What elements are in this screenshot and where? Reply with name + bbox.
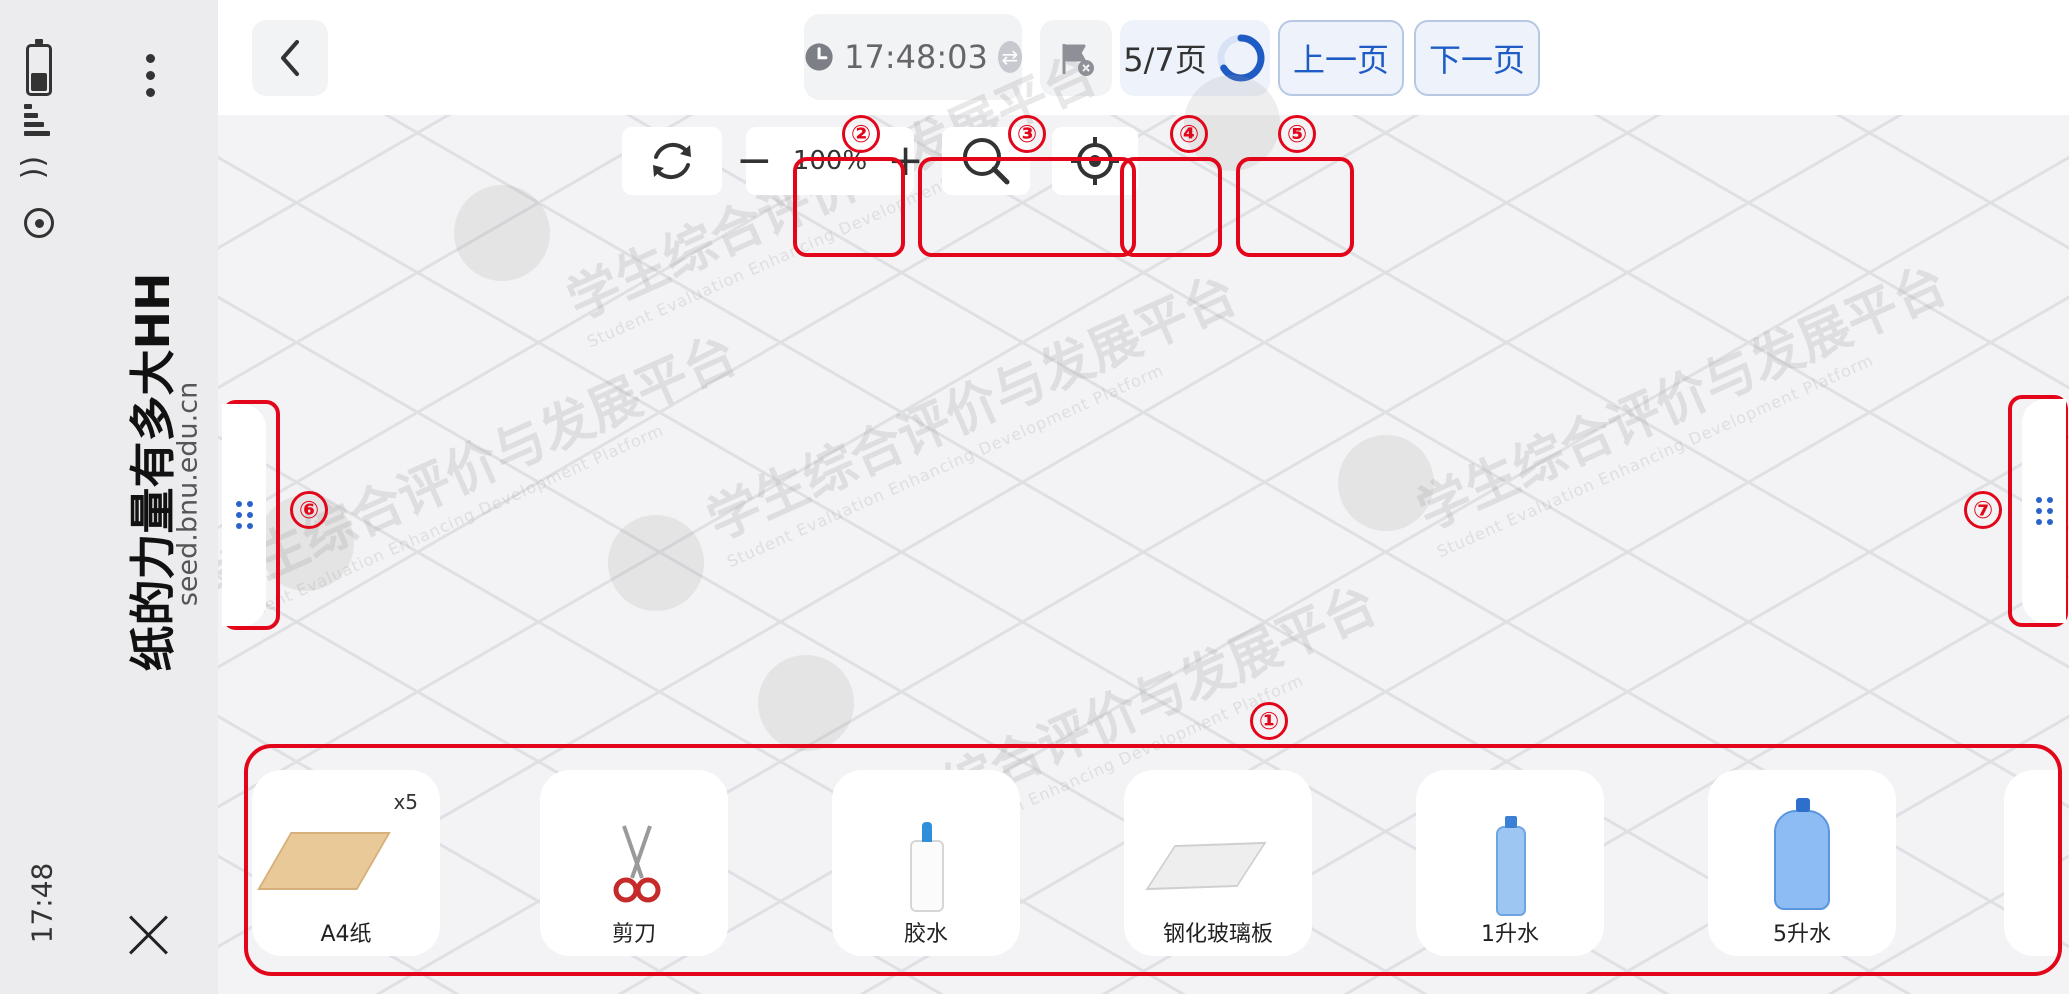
callout-2: ②: [842, 115, 880, 153]
water-jug-icon: [1774, 798, 1830, 910]
close-icon[interactable]: [126, 912, 172, 958]
item-label: 胶水: [903, 922, 948, 947]
tray-item-a4-paper[interactable]: x5 A4纸: [252, 770, 440, 956]
drag-handle-icon: [235, 501, 253, 529]
tray-item-partial[interactable]: [2004, 770, 2058, 956]
annotation-box: [793, 157, 905, 257]
wifi-icon: )): [16, 155, 52, 180]
watermark-logo: [758, 655, 854, 751]
callout-7: ⑦: [1964, 491, 2002, 529]
item-label: 钢化玻璃板: [1162, 922, 1273, 947]
annotation-box: [1236, 157, 1354, 257]
timer: 17:48:03 ⇄: [804, 14, 1022, 100]
top-bar: ? 帮助 17:48:03 ⇄ 5/7页 上一页 下一页: [218, 0, 2069, 115]
item-label: 1升水: [1481, 922, 1539, 947]
callout-5: ⑤: [1278, 115, 1316, 153]
callout-3: ③: [1008, 115, 1046, 153]
drag-handle-icon: [2035, 497, 2053, 525]
glue-bottle-icon: [910, 822, 944, 912]
eye-comfort-icon: [24, 208, 54, 238]
page-indicator-label: 5/7页: [1123, 41, 1207, 79]
equipment-tray: x5 A4纸 剪刀 胶水 钢化玻璃板 1升水 5升水: [244, 744, 2062, 976]
callout-4: ④: [1170, 115, 1208, 153]
left-drawer-handle[interactable]: [222, 404, 266, 626]
glass-plate-icon: [1145, 841, 1267, 891]
chevron-left-icon: [281, 40, 299, 76]
app-area: ? 帮助 17:48:03 ⇄ 5/7页 上一页 下一页 学生综合评价与发展平台…: [218, 0, 2069, 994]
tray-item-1l-water[interactable]: 1升水: [1416, 770, 1604, 956]
scissors-icon: [613, 825, 661, 903]
item-label: 5升水: [1773, 922, 1831, 947]
watermark: 学生综合评价与发展平台Student Evaluation Enhancing …: [218, 324, 746, 632]
watermark: 学生综合评价与发展平台Student Evaluation Enhancing …: [698, 264, 1246, 572]
item-label: A4纸: [320, 922, 372, 947]
tray-item-glue[interactable]: 胶水: [832, 770, 1020, 956]
callout-1: ①: [1250, 702, 1288, 740]
clock-icon: [805, 43, 833, 71]
annotation-box: [1120, 157, 1222, 257]
app-url: seed.bnu.edu.cn: [172, 381, 204, 607]
back-button[interactable]: [252, 20, 328, 96]
timer-value: 17:48:03: [844, 38, 988, 76]
item-count-badge: x5: [393, 790, 418, 814]
zoom-out-button[interactable]: −: [736, 139, 773, 183]
flag-button[interactable]: [1040, 20, 1112, 96]
callout-6: ⑥: [290, 491, 328, 529]
signal-icon: [24, 104, 58, 140]
watermark-logo: [608, 515, 704, 611]
more-menu-icon[interactable]: [140, 54, 160, 105]
prev-page-button[interactable]: 上一页: [1278, 20, 1404, 96]
watermark: 学生综合评价与发展平台Student Evaluation Enhancing …: [1408, 254, 1956, 562]
phone-status-strip: )) 纸的力量有多大HH seed.bnu.edu.cn 17:48: [0, 0, 218, 994]
reset-button[interactable]: [622, 127, 722, 195]
watermark-logo: [454, 185, 550, 281]
swap-icon[interactable]: ⇄: [997, 41, 1022, 73]
refresh-icon: [653, 142, 691, 180]
tray-item-glass-plate[interactable]: 钢化玻璃板: [1124, 770, 1312, 956]
progress-ring-icon: [1217, 34, 1265, 82]
page-indicator: 5/7页: [1120, 20, 1270, 96]
flag-icon: [1062, 44, 1094, 76]
water-bottle-icon: [1496, 816, 1526, 916]
paper-icon: [257, 832, 391, 890]
right-drawer-handle[interactable]: [2022, 399, 2066, 623]
watermark-logo: [1338, 435, 1434, 531]
battery-icon: [26, 39, 52, 96]
annotation-box: [918, 157, 1136, 257]
tray-item-scissors[interactable]: 剪刀: [540, 770, 728, 956]
item-label: 剪刀: [611, 922, 656, 947]
status-time: 17:48: [25, 862, 59, 944]
tray-item-5l-water[interactable]: 5升水: [1708, 770, 1896, 956]
next-page-button[interactable]: 下一页: [1414, 20, 1540, 96]
